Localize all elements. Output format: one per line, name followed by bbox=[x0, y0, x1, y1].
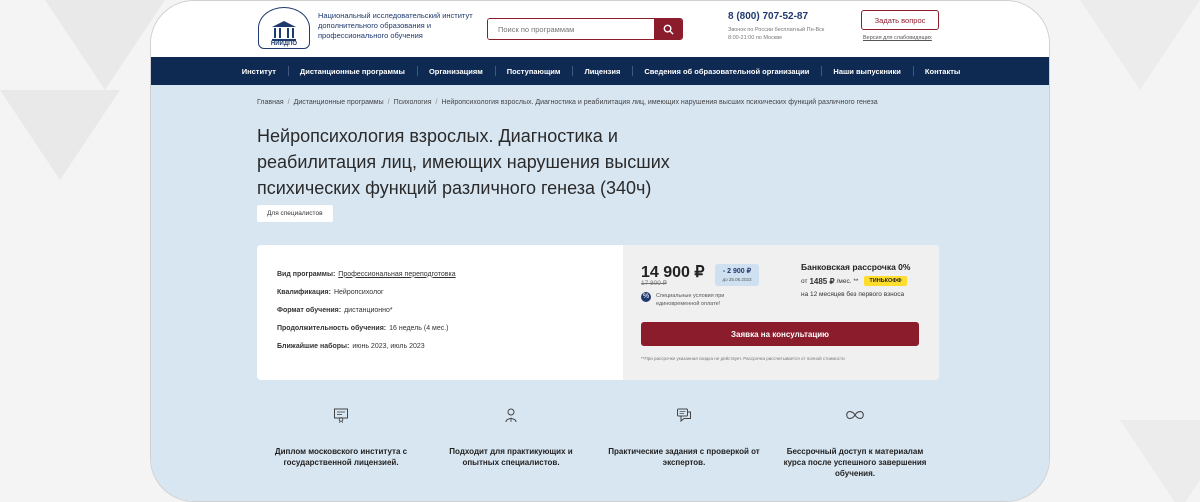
background-shape bbox=[0, 90, 120, 180]
tinkoff-logo: ТИНЬКОФФ bbox=[864, 276, 907, 286]
nav-item-contacts[interactable]: Контакты bbox=[912, 57, 972, 85]
phone-number[interactable]: 8 (800) 707-52-87 bbox=[728, 11, 808, 22]
nav-item-institute[interactable]: Институт bbox=[230, 57, 288, 85]
search-box bbox=[487, 18, 683, 40]
pricing-panel: 14 900 ₽ 17 800 ₽ - 2 900 ₽ до 25.06.202… bbox=[623, 245, 939, 380]
nav-item-graduates[interactable]: Наши выпускники bbox=[821, 57, 913, 85]
breadcrumb-separator: / bbox=[287, 99, 290, 106]
phone-note: Звонок по России бесплатный Пн-Вск 8:00-… bbox=[728, 27, 825, 41]
feature-text: Практические задания с проверкой от эксп… bbox=[608, 447, 760, 467]
nav-item-distance-programs[interactable]: Дистанционные программы bbox=[287, 57, 417, 85]
installment-amount: 1485 ₽ bbox=[809, 276, 835, 286]
feature-item: Бессрочный доступ к материалам курса пос… bbox=[775, 407, 935, 479]
discount-amount: - 2 900 ₽ bbox=[722, 268, 752, 275]
installment-title: Банковская рассрочка 0% bbox=[801, 262, 911, 272]
ask-question-button[interactable]: Задать вопрос bbox=[861, 10, 939, 30]
feature-item: Подходит для практикующих и опытных спец… bbox=[431, 407, 591, 468]
program-type-link[interactable]: Профессиональная переподготовка bbox=[338, 271, 455, 278]
search-input[interactable] bbox=[488, 19, 654, 39]
breadcrumb: Главная / Дистанционные программы / Психолог… bbox=[257, 99, 878, 106]
search-button[interactable] bbox=[654, 19, 682, 39]
nav-item-license[interactable]: Лицензия bbox=[572, 57, 632, 85]
nav-item-applicants[interactable]: Поступающим bbox=[494, 57, 573, 85]
main-nav: Институт Дистанционные программы Организ… bbox=[151, 57, 1049, 85]
installment-term: на 12 месяцев без первого взноса bbox=[801, 291, 905, 298]
search-icon bbox=[663, 24, 674, 35]
installment-per: /мес. ** bbox=[836, 277, 859, 285]
breadcrumb-home[interactable]: Главная bbox=[257, 99, 284, 106]
feature-text: Бессрочный доступ к материалам курса пос… bbox=[783, 447, 927, 478]
discount-badge: - 2 900 ₽ до 25.06.2023 bbox=[715, 264, 759, 286]
intake-label: Ближайшие наборы: bbox=[277, 342, 350, 350]
qualification-value: Нейропсихолог bbox=[333, 288, 384, 296]
qualification-row: Квалификация: Нейропсихолог bbox=[277, 283, 623, 301]
discount-until: до 25.06.2023 bbox=[722, 277, 752, 282]
institute-name[interactable]: Национальный исследовательский институт … bbox=[318, 11, 478, 41]
infinity-icon bbox=[846, 411, 864, 419]
breadcrumb-psychology[interactable]: Психология bbox=[394, 99, 432, 106]
background-shape bbox=[1120, 420, 1200, 502]
format-value: дистанционно* bbox=[344, 306, 393, 314]
feature-item: Диплом московского института с государст… bbox=[261, 407, 421, 468]
duration-value: 16 недель (4 мес.) bbox=[389, 324, 449, 332]
background-shape bbox=[45, 0, 165, 90]
feature-text: Диплом московского института с государст… bbox=[274, 447, 408, 467]
page-title: Нейропсихология взрослых. Диагностика и … bbox=[257, 126, 670, 198]
specialist-icon bbox=[505, 408, 517, 423]
intake-value: июнь 2023, июль 2023 bbox=[352, 342, 425, 350]
building-icon bbox=[272, 21, 296, 41]
duration-row: Продолжительность обучения: 16 недель (4… bbox=[277, 319, 623, 337]
consultation-button[interactable]: Заявка на консультацию bbox=[641, 322, 919, 346]
audience-tag: Для специалистов bbox=[257, 205, 333, 222]
special-offer-note: Специальные условия при единовременной о… bbox=[656, 293, 725, 307]
program-type-label: Вид программы: bbox=[277, 270, 336, 278]
logo-caption: НИИДПО bbox=[270, 41, 298, 47]
site-header: НИИДПО Национальный исследовательский ин… bbox=[151, 1, 1049, 57]
qualification-label: Квалификация: bbox=[277, 288, 331, 296]
installment-from: от bbox=[801, 277, 808, 285]
nav-item-organizations[interactable]: Организациям bbox=[416, 57, 495, 85]
intake-row: Ближайшие наборы: июнь 2023, июль 2023 bbox=[277, 337, 623, 355]
format-row: Формат обучения: дистанционно* bbox=[277, 301, 623, 319]
feature-item: Практические задания с проверкой от эксп… bbox=[604, 407, 764, 468]
chat-icon bbox=[677, 408, 691, 423]
feature-text: Подходит для практикующих и опытных спец… bbox=[449, 447, 573, 467]
browser-frame: НИИДПО Национальный исследовательский ин… bbox=[150, 0, 1050, 502]
program-card: Вид программы: Профессиональная переподг… bbox=[257, 245, 939, 380]
background-shape bbox=[1080, 0, 1200, 90]
installment-footnote: **При рассрочке указанная скидка не дейс… bbox=[641, 356, 845, 361]
accessibility-link[interactable]: Версия для слабовидящих bbox=[863, 35, 932, 41]
format-label: Формат обучения: bbox=[277, 306, 342, 314]
breadcrumb-current: Нейропсихология взрослых. Диагностика и … bbox=[441, 99, 878, 106]
program-type-row: Вид программы: Профессиональная переподг… bbox=[277, 265, 623, 283]
main-content: Главная / Дистанционные программы / Психолог… bbox=[151, 85, 1049, 501]
program-info: Вид программы: Профессиональная переподг… bbox=[257, 245, 623, 380]
old-price: 17 800 ₽ bbox=[641, 280, 667, 287]
installment-line: от 1485 ₽ /мес. ** ТИНЬКОФФ bbox=[801, 276, 907, 286]
breadcrumb-separator: / bbox=[387, 99, 390, 106]
diploma-icon bbox=[334, 408, 348, 423]
duration-label: Продолжительность обучения: bbox=[277, 324, 387, 332]
percent-icon: % bbox=[641, 292, 651, 302]
breadcrumb-distance-programs[interactable]: Дистанционные программы bbox=[294, 99, 384, 106]
breadcrumb-separator: / bbox=[435, 99, 438, 106]
nav-item-org-info[interactable]: Сведения об образовательной организации bbox=[632, 57, 821, 85]
